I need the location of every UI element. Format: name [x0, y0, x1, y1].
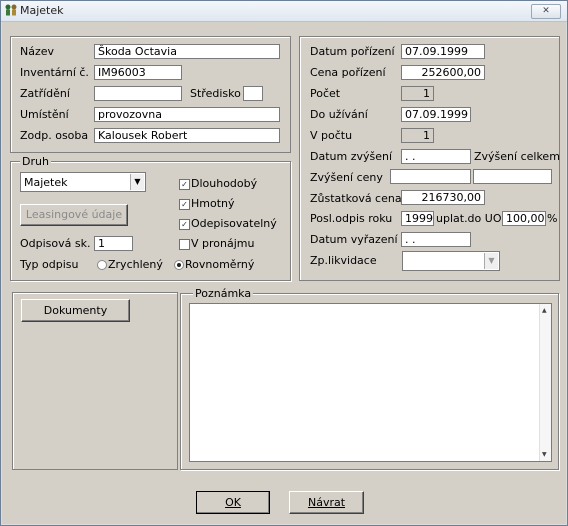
likvidace-label: Zp.likvidace: [310, 254, 377, 267]
ok-button-label: OK: [225, 496, 241, 509]
nazev-label: Název: [20, 45, 55, 58]
zvyseni-ceny-field[interactable]: [390, 169, 471, 184]
hmotny-checkbox[interactable]: ✓: [179, 199, 190, 210]
do-uzivani-field[interactable]: 07.09.1999: [401, 107, 471, 122]
zustatkova-cena-label: Zůstatková cena: [310, 192, 402, 205]
pronajem-label: V pronájmu: [191, 237, 255, 250]
leasing-button[interactable]: Leasingové údaje: [20, 204, 128, 226]
zvyseni-celkem-field[interactable]: [473, 169, 552, 184]
typ-odpisu-label: Typ odpisu: [20, 258, 79, 271]
scroll-up-icon[interactable]: ▲: [542, 307, 547, 314]
zodp-osoba-field[interactable]: Kalousek Robert: [94, 128, 280, 143]
app-icon: [5, 4, 17, 16]
dlouhodoby-label: Dlouhodobý: [191, 177, 258, 190]
druh-group-label: Druh: [20, 155, 51, 168]
navrat-button-label: Návrat: [307, 496, 346, 509]
scroll-down-icon[interactable]: ▼: [542, 451, 547, 458]
odepisovatelny-label: Odepisovatelný: [191, 217, 277, 230]
ok-button[interactable]: OK: [196, 491, 270, 514]
odpisova-label: Odpisová sk.: [20, 237, 91, 250]
zodp-osoba-label: Zodp. osoba: [20, 129, 89, 142]
uplat-label: uplat.do UO: [436, 212, 502, 225]
majetek-window: Majetek ✕ Název Škoda Octavia Inventární…: [0, 0, 568, 526]
dokumenty-button-label: Dokumenty: [43, 304, 108, 317]
odepisovatelny-checkbox[interactable]: ✓: [179, 219, 190, 230]
rovnomerny-radio[interactable]: [174, 260, 184, 270]
odpisova-field[interactable]: 1: [94, 236, 133, 251]
datum-vyrazeni-field[interactable]: . .: [401, 232, 471, 247]
druh-combo-value: Majetek: [24, 176, 68, 189]
uplat-unit: %: [547, 212, 558, 225]
zatrideni-field[interactable]: [94, 86, 182, 101]
pocet-field: 1: [401, 86, 434, 101]
dokumenty-button[interactable]: Dokumenty: [21, 299, 130, 322]
likvidace-combo[interactable]: ▼: [402, 251, 500, 271]
navrat-button[interactable]: Návrat: [289, 491, 364, 514]
stredisko-field[interactable]: [243, 86, 263, 101]
window-title: Majetek: [20, 4, 64, 17]
chevron-down-icon[interactable]: ▼: [130, 174, 144, 190]
cena-porizeni-label: Cena pořízení: [310, 66, 386, 79]
stredisko-label: Středisko: [190, 87, 241, 100]
poznamka-scrollbar[interactable]: ▲ ▼: [539, 304, 551, 461]
poznamka-label: Poznámka: [193, 287, 254, 300]
inventarni-label: Inventární č.: [20, 66, 89, 79]
datum-vyrazeni-label: Datum vyřazení: [310, 233, 398, 246]
zrychleny-label: Zrychlený: [108, 258, 163, 271]
rovnomerny-label: Rovnoměrný: [185, 258, 255, 271]
zvyseni-ceny-label: Zvýšení ceny: [310, 171, 383, 184]
datum-porizeni-field[interactable]: 07.09.1999: [401, 44, 485, 59]
chevron-down-icon[interactable]: ▼: [484, 253, 498, 269]
dlouhodoby-checkbox[interactable]: ✓: [179, 179, 190, 190]
zatrideni-label: Zatřídění: [20, 87, 70, 100]
v-poctu-field: 1: [401, 128, 434, 143]
datum-porizeni-label: Datum pořízení: [310, 45, 395, 58]
dialog-client: Název Škoda Octavia Inventární č. IM9600…: [2, 22, 566, 524]
v-poctu-label: V počtu: [310, 129, 353, 142]
nazev-field[interactable]: Škoda Octavia: [94, 44, 280, 59]
hmotny-label: Hmotný: [191, 197, 235, 210]
close-icon: ✕: [542, 6, 550, 16]
pocet-label: Počet: [310, 87, 341, 100]
posl-odpis-field[interactable]: 1999: [401, 211, 434, 226]
druh-combo[interactable]: Majetek ▼: [20, 172, 146, 192]
umisteni-label: Umístění: [20, 108, 69, 121]
leasing-button-label: Leasingové údaje: [25, 208, 123, 221]
title-bar: Majetek ✕: [1, 1, 567, 22]
zvyseni-celkem-label: Zvýšení celkem: [474, 150, 560, 163]
datum-zvyseni-label: Datum zvýšení: [310, 150, 393, 163]
poznamka-textarea[interactable]: ▲ ▼: [189, 303, 552, 462]
uplat-field[interactable]: 100,00: [502, 211, 546, 226]
datum-zvyseni-field[interactable]: . .: [401, 149, 471, 164]
inventarni-field[interactable]: IM96003: [94, 65, 182, 80]
cena-porizeni-field[interactable]: 252600,00: [401, 65, 485, 80]
do-uzivani-label: Do užívání: [310, 108, 368, 121]
pronajem-checkbox[interactable]: [179, 239, 190, 250]
zustatkova-cena-field[interactable]: 216730,00: [401, 190, 485, 205]
posl-odpis-label: Posl.odpis roku: [310, 212, 393, 225]
close-button[interactable]: ✕: [531, 4, 561, 19]
umisteni-field[interactable]: provozovna: [94, 107, 280, 122]
zrychleny-radio[interactable]: [97, 260, 107, 270]
